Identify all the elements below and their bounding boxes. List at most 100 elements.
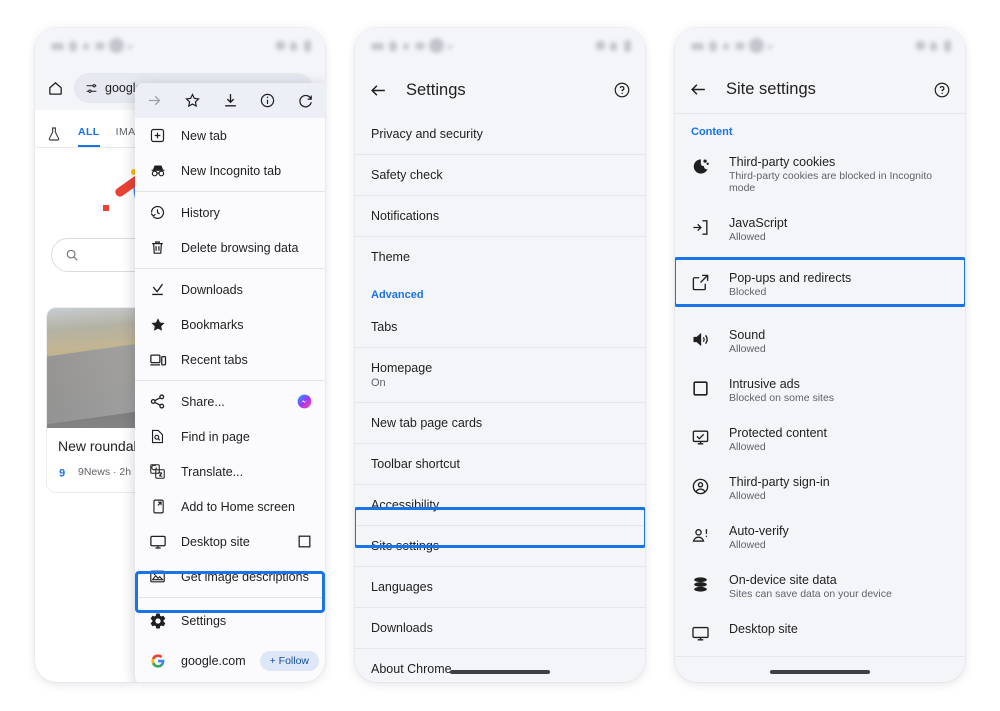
page-info-icon[interactable] [259,92,276,109]
menu-item-downloads[interactable]: Downloads [135,272,325,307]
settings-row-homepage[interactable]: Homepage On [355,348,645,403]
menu-item-get-image-descriptions[interactable]: Get image descriptions [135,559,325,594]
menu-footer-site[interactable]: google.com + Follow [135,641,325,682]
bookmark-star-icon[interactable] [184,92,201,109]
site-row-javascript[interactable]: JavaScript Allowed [675,205,965,254]
svg-text:9: 9 [59,467,65,479]
cookie-icon [689,155,711,176]
settings-header: Settings [355,66,645,114]
site-settings-header: Site settings [675,66,965,114]
download-icon[interactable] [222,92,239,109]
site-row-intrusive-ads[interactable]: Intrusive ads Blocked on some sites [675,366,965,415]
menu-item-label: Delete browsing data [181,240,299,255]
row-label: Languages [371,580,433,594]
page-title: Site settings [726,80,816,98]
settings-row-safety-check[interactable]: Safety check [355,155,645,196]
help-circle-icon[interactable] [613,81,631,99]
menu-item-label: Find in page [181,429,250,444]
reload-icon[interactable] [297,92,314,109]
menu-item-label: Downloads [181,282,243,297]
site-row-third-party-sign-in[interactable]: Third-party sign-in Allowed [675,464,965,513]
gesture-bar [450,670,550,674]
row-label: New tab page cards [371,416,483,430]
row-label: Accessibility [371,498,440,512]
follow-button[interactable]: + Follow [259,651,320,671]
menu-item-settings[interactable]: Settings [135,601,325,641]
menu-item-label: Add to Home screen [181,499,295,514]
settings-row-about-chrome[interactable]: About Chrome [355,649,645,682]
status-bar [355,28,645,66]
database-icon [689,573,711,594]
row-value: Allowed [729,343,766,355]
menu-item-label: Desktop site [181,534,250,549]
menu-item-share[interactable]: Share... [135,384,325,419]
gear-icon [148,612,167,630]
menu-item-label: New tab [181,128,227,143]
site-row-auto-verify[interactable]: Auto-verify Allowed [675,513,965,562]
site-settings-tune-icon [85,82,98,95]
row-label: Site settings [371,539,440,553]
share-icon [148,393,167,410]
site-row-third-party-cookies[interactable]: Third-party cookies Third-party cookies … [675,144,965,205]
menu-item-delete-browsing-data[interactable]: Delete browsing data [135,230,325,265]
settings-row-new-tab-page-cards[interactable]: New tab page cards [355,403,645,444]
menu-item-bookmarks[interactable]: Bookmarks [135,307,325,342]
menu-item-find-in-page[interactable]: Find in page [135,419,325,454]
settings-row-tabs[interactable]: Tabs [355,307,645,348]
menu-item-translate[interactable]: Translate... [135,454,325,489]
section-content: Content [691,126,733,138]
menu-item-new-tab[interactable]: New tab [135,118,325,153]
site-row-protected-content[interactable]: Protected content Allowed [675,415,965,464]
menu-quick-actions [135,83,325,118]
screenshot-stage: google.co ALL IMAGES [0,0,1000,711]
row-label: Tabs [371,320,398,334]
menu-item-desktop-site[interactable]: Desktop site [135,524,325,559]
settings-row-downloads[interactable]: Downloads [355,608,645,649]
menu-item-history[interactable]: History [135,195,325,230]
menu-item-new-incognito-tab[interactable]: New Incognito tab [135,153,325,188]
row-label: Third-party sign-in [729,475,830,489]
phone-panel-settings: Settings Privacy and security Safety che… [355,28,645,682]
9news-logo-icon: 9 [58,465,71,480]
settings-row-accessibility[interactable]: Accessibility [355,485,645,526]
phone-panel-site-settings: Site settings Content Third-party cookie… [675,28,965,682]
ads-icon [689,377,711,398]
help-circle-icon[interactable] [933,81,951,99]
news-card-source: 9News · 2h [78,466,132,479]
site-row-popups-and-redirects[interactable]: Pop-ups and redirects Blocked [675,260,965,309]
labs-flask-icon[interactable] [46,126,62,147]
section-advanced: Advanced [371,289,424,301]
row-value: Blocked on some sites [729,392,835,404]
settings-row-notifications[interactable]: Notifications [355,196,645,237]
find-in-page-icon [148,428,167,445]
settings-row-site-settings[interactable]: Site settings [355,526,645,567]
menu-item-add-to-home-screen[interactable]: Add to Home screen [135,489,325,524]
javascript-icon [689,216,711,237]
tab-all[interactable]: ALL [78,126,100,147]
settings-row-privacy-and-security[interactable]: Privacy and security [355,114,645,155]
incognito-icon [148,162,167,180]
forward-icon[interactable] [146,92,163,109]
back-arrow-icon[interactable] [689,80,708,99]
settings-row-toolbar-shortcut[interactable]: Toolbar shortcut [355,444,645,485]
desktop-site-checkbox[interactable] [297,534,312,549]
row-label: Homepage [371,361,433,375]
row-label: Privacy and security [371,127,483,141]
popup-redirect-icon [689,271,711,292]
site-row-sound[interactable]: Sound Allowed [675,317,965,366]
home-icon[interactable] [47,80,64,97]
back-arrow-icon[interactable] [369,81,388,100]
menu-item-label: New Incognito tab [181,163,282,178]
row-label: Notifications [371,209,440,223]
site-row-on-device-site-data[interactable]: On-device site data Sites can save data … [675,562,965,611]
site-row-desktop-site[interactable]: Desktop site [675,611,965,659]
menu-item-recent-tabs[interactable]: Recent tabs [135,342,325,377]
settings-row-theme[interactable]: Theme [355,237,645,277]
star-filled-icon [148,316,167,334]
settings-row-languages[interactable]: Languages [355,567,645,608]
menu-item-label: Recent tabs [181,352,248,367]
messenger-icon[interactable] [297,394,312,409]
row-label: Sound [729,328,766,342]
desktop-site-icon [689,622,711,643]
page-title: Settings [406,80,466,99]
